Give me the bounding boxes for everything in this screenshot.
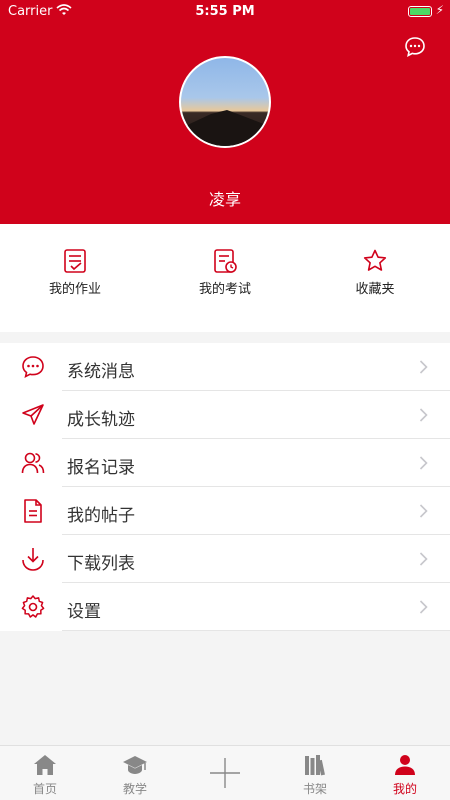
chevron-right-icon xyxy=(419,408,428,422)
menu-item-label: 设置 xyxy=(67,602,101,622)
quick-item-favorites[interactable]: 收藏夹 xyxy=(300,248,450,297)
menu-item-growth[interactable]: 成长轨迹 xyxy=(0,391,450,439)
tab-teaching[interactable]: 教学 xyxy=(90,746,180,800)
send-icon xyxy=(22,404,44,425)
status-bar: Carrier 5:55 PM ⚡ xyxy=(0,0,450,24)
chevron-right-icon xyxy=(419,552,428,566)
tab-mine[interactable]: 我的 xyxy=(360,746,450,800)
bookshelf-icon xyxy=(305,755,325,776)
document-icon xyxy=(24,499,42,523)
download-icon xyxy=(22,548,44,571)
quick-item-exam[interactable]: 我的考试 xyxy=(150,248,300,297)
clock-label: 5:55 PM xyxy=(195,4,255,19)
menu-item-label: 下载列表 xyxy=(67,554,135,574)
tab-bar: 首页 教学 书架 我的 xyxy=(0,745,450,800)
message-icon xyxy=(22,356,44,378)
menu-item-posts[interactable]: 我的帖子 xyxy=(0,487,450,535)
menu-item-registrations[interactable]: 报名记录 xyxy=(0,439,450,487)
tab-bookshelf[interactable]: 书架 xyxy=(270,746,360,800)
chevron-right-icon xyxy=(419,360,428,374)
menu-item-label: 系统消息 xyxy=(67,362,135,382)
settings-icon xyxy=(21,595,45,618)
charging-icon: ⚡ xyxy=(435,3,444,17)
settings-menu: 系统消息 成长轨迹 报名记录 我的帖子 下载列表 设置 xyxy=(0,343,450,631)
users-icon xyxy=(21,452,45,474)
menu-item-settings[interactable]: 设置 xyxy=(0,583,450,631)
avatar[interactable] xyxy=(179,56,271,148)
home-icon xyxy=(34,755,56,775)
tab-label: 教学 xyxy=(122,782,147,796)
tab-label: 首页 xyxy=(32,782,57,796)
quick-item-homework[interactable]: 我的作业 xyxy=(0,248,150,297)
profile-header: Carrier 5:55 PM ⚡ 凌享 xyxy=(0,0,450,224)
username[interactable]: 凌享 xyxy=(0,186,450,210)
avatar-photo xyxy=(181,110,269,146)
chevron-right-icon xyxy=(419,456,428,470)
plus-icon xyxy=(210,758,240,788)
message-icon[interactable] xyxy=(404,36,426,58)
chevron-right-icon xyxy=(419,504,428,518)
battery-icon xyxy=(408,6,432,17)
menu-item-downloads[interactable]: 下载列表 xyxy=(0,535,450,583)
quick-item-label: 我的考试 xyxy=(198,282,251,297)
tab-label: 书架 xyxy=(302,782,327,796)
graduation-cap-icon xyxy=(123,756,147,774)
star-icon xyxy=(363,249,387,271)
tab-home[interactable]: 首页 xyxy=(0,746,90,800)
homework-icon xyxy=(64,249,86,273)
menu-item-messages[interactable]: 系统消息 xyxy=(0,343,450,391)
chevron-right-icon xyxy=(419,600,428,614)
quick-item-label: 收藏夹 xyxy=(355,282,395,297)
quick-actions: 我的作业 我的考试 收藏夹 xyxy=(0,224,450,332)
person-icon xyxy=(395,755,415,775)
exam-icon xyxy=(214,249,237,273)
tab-add[interactable] xyxy=(180,746,270,800)
quick-item-label: 我的作业 xyxy=(48,282,101,297)
menu-item-label: 报名记录 xyxy=(67,458,135,478)
menu-item-label: 成长轨迹 xyxy=(67,410,135,430)
tab-label: 我的 xyxy=(392,782,417,796)
menu-item-label: 我的帖子 xyxy=(67,506,135,526)
divider xyxy=(62,630,450,631)
